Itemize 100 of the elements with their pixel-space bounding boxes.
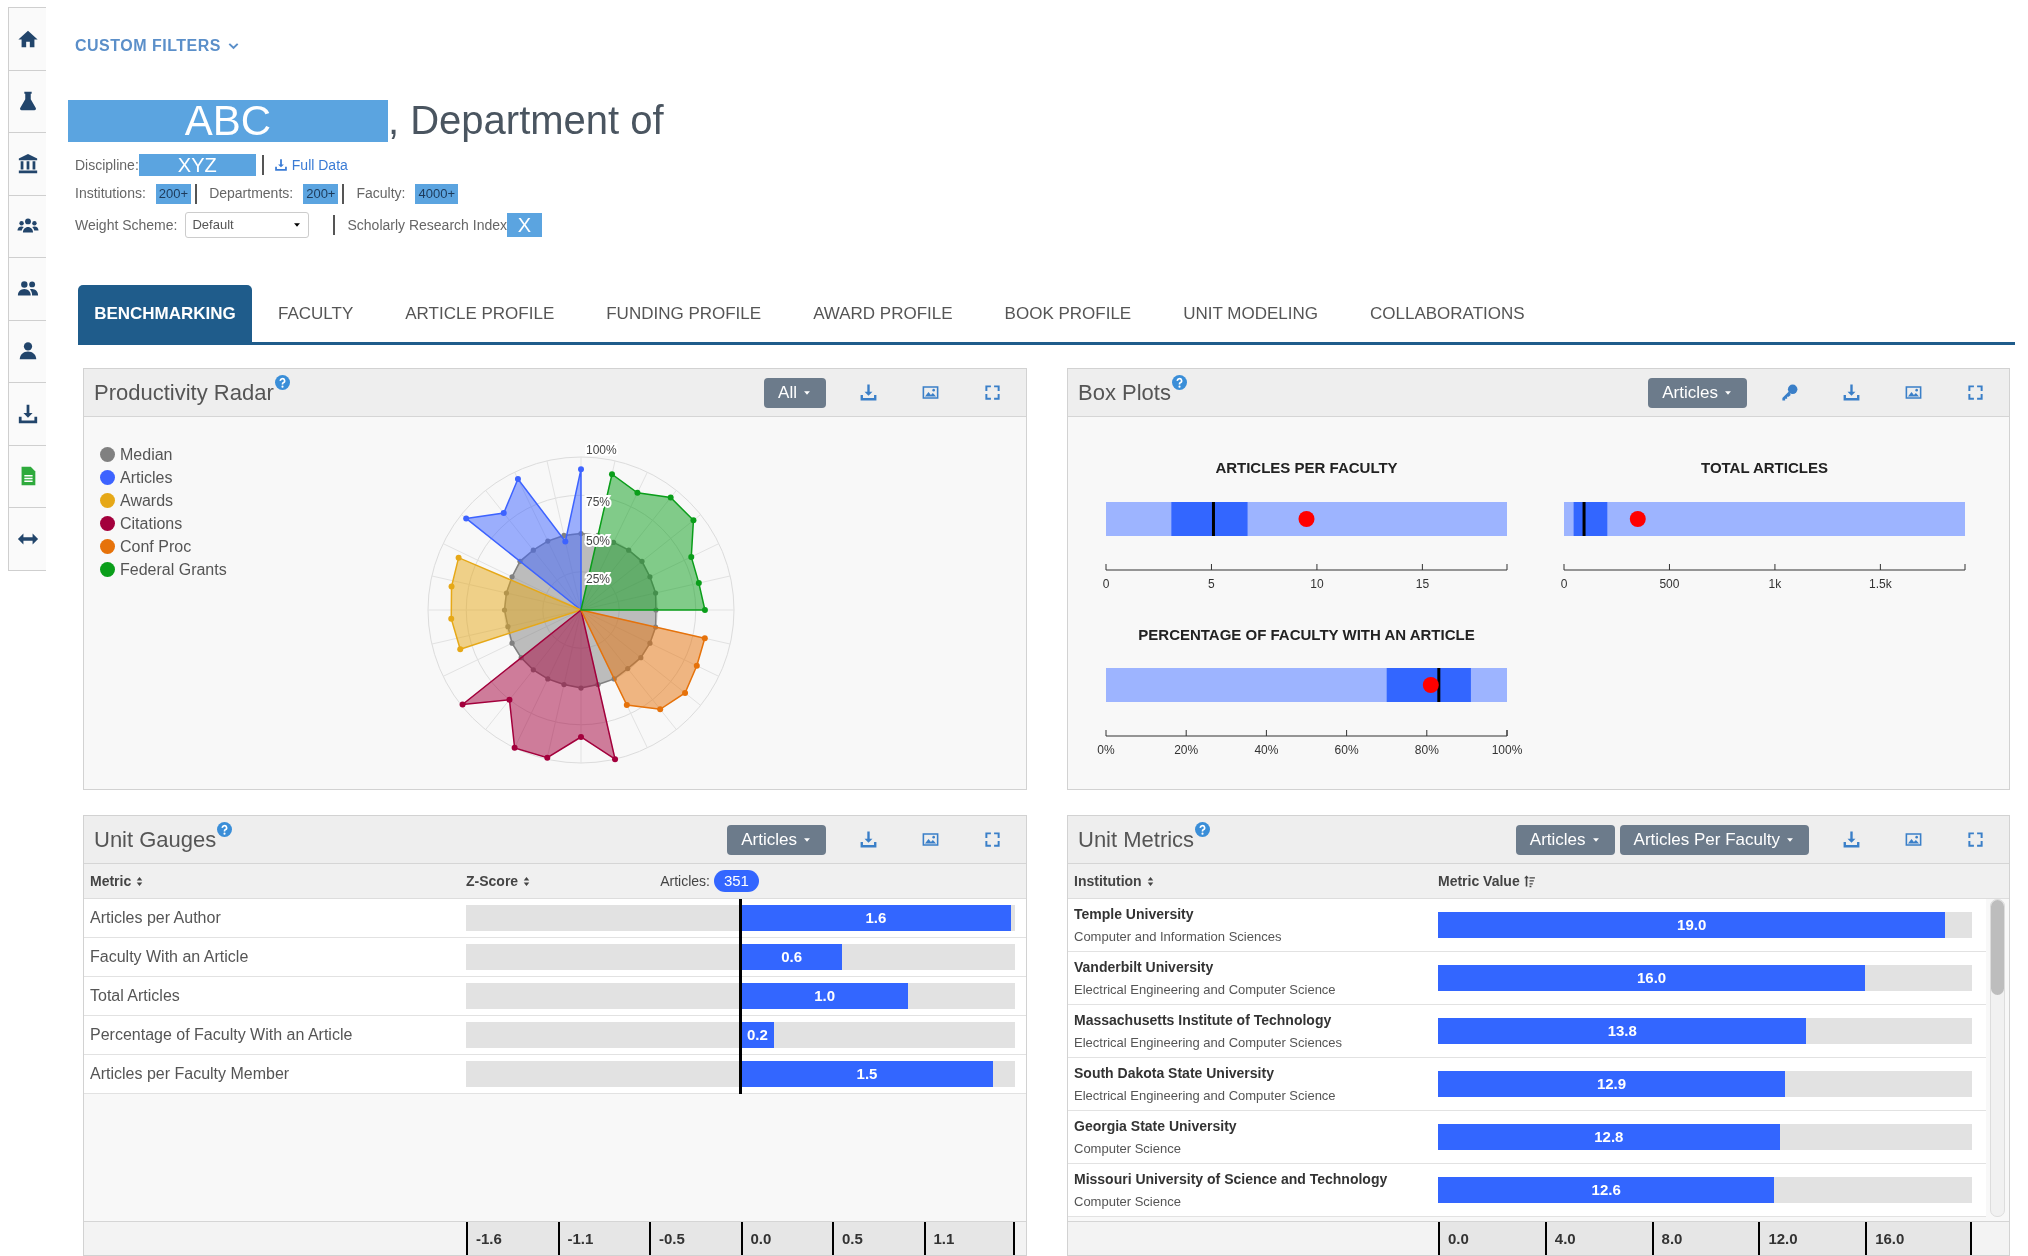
metric-bar: 12.8: [1438, 1124, 1780, 1150]
legend-label: Awards: [120, 490, 174, 511]
panel-title: Unit Metrics: [1078, 826, 1195, 854]
tick-label: 0: [1560, 576, 1568, 591]
dropdown-button[interactable]: Articles: [1515, 824, 1615, 855]
tick-label: 0%: [1097, 743, 1115, 757]
axis-label: -1.6: [466, 1222, 558, 1255]
index-label: Scholarly Research Index: [347, 215, 507, 235]
axis-label: -0.5: [649, 1222, 741, 1255]
metric-bar: 12.6: [1438, 1177, 1775, 1203]
title-highlight: ABC: [68, 100, 388, 142]
column-header[interactable]: Metric: [90, 870, 132, 892]
help-icon[interactable]: [217, 822, 233, 837]
fullscreen-icon[interactable]: [982, 830, 1002, 849]
axis-label: 1.1: [923, 1222, 1015, 1255]
count-label: Institutions:: [75, 184, 146, 203]
tab[interactable]: COLLABORATIONS: [1343, 285, 1551, 342]
discipline-label: Discipline:: [75, 155, 139, 175]
panel-title: Unit Gauges: [94, 826, 217, 854]
gauge-bar: 0.2: [741, 1022, 774, 1048]
help-icon[interactable]: [274, 375, 290, 390]
tick-label: 60%: [1334, 743, 1359, 757]
institution-name: South Dakota State University: [1074, 1063, 1275, 1083]
bank-icon[interactable]: [16, 152, 39, 175]
axis-label: 8.0: [1651, 1222, 1759, 1255]
fullscreen-icon[interactable]: [1965, 383, 1985, 402]
metric-bar: 16.0: [1438, 965, 1866, 991]
count-value: 200+: [303, 183, 339, 204]
institution-name: Missouri University of Science and Technology: [1074, 1169, 1389, 1189]
metric-bar: 13.8: [1438, 1018, 1807, 1044]
department-title: , Department of: [388, 98, 664, 142]
column-header[interactable]: Z-Score: [466, 870, 519, 892]
image-icon[interactable]: [920, 383, 940, 402]
tick-label: 10: [1310, 576, 1324, 591]
download-icon[interactable]: [16, 402, 39, 425]
gauge-bar: 0.6: [741, 944, 843, 970]
image-icon[interactable]: [920, 830, 940, 849]
sort-descending-icon[interactable]: [1522, 874, 1536, 888]
axis-label: 12.0: [1758, 1222, 1866, 1255]
fullscreen-icon[interactable]: [1965, 830, 1985, 849]
index-value: X: [507, 213, 542, 237]
help-icon[interactable]: [1171, 375, 1187, 390]
institution-name: Georgia State University: [1074, 1116, 1238, 1136]
tab[interactable]: BENCHMARKING: [78, 285, 252, 342]
tick-label: 1k: [1768, 576, 1782, 591]
axis-label: 4.0: [1544, 1222, 1652, 1255]
scrollbar-thumb[interactable]: [1991, 900, 2004, 995]
count-value: 200+: [155, 183, 192, 204]
tab[interactable]: UNIT MODELING: [1157, 285, 1344, 342]
metric-label: Percentage of Faculty With an Article: [89, 1025, 354, 1045]
tick-label: 15: [1415, 576, 1430, 591]
metric-label: Total Articles: [89, 986, 181, 1006]
legend-label: Federal Grants: [120, 559, 227, 580]
image-icon[interactable]: [1903, 830, 1923, 849]
department-name: Computer Science: [1074, 1192, 1182, 1211]
gauge-bar: 1.6: [741, 905, 1011, 931]
tick-label: 5: [1208, 576, 1215, 591]
dropdown-button[interactable]: Articles: [1648, 377, 1747, 408]
key-icon[interactable]: [1779, 383, 1799, 402]
full-data-link[interactable]: Full Data: [273, 154, 348, 176]
count-label: Departments:: [209, 184, 294, 203]
discipline-value: XYZ: [138, 154, 256, 176]
panel-title: Box Plots: [1078, 379, 1171, 407]
weight-scheme-label: Weight Scheme:: [75, 215, 178, 235]
legend-label: Articles: [120, 467, 173, 488]
axis-label: 16.0: [1865, 1222, 1972, 1255]
gauge-bar: 1.5: [741, 1061, 994, 1087]
dropdown-button[interactable]: All: [764, 377, 826, 408]
panel-title: Productivity Radar: [94, 379, 274, 407]
metric-bar: 19.0: [1438, 912, 1946, 938]
axis-label: 0.0: [740, 1222, 832, 1255]
gauge-bar: 1.0: [741, 983, 909, 1009]
tab[interactable]: FUNDING PROFILE: [580, 285, 788, 342]
metric-label: Articles per Author: [89, 908, 222, 928]
tick-label: 0: [1102, 576, 1110, 591]
count-label: Faculty:: [356, 184, 406, 203]
weight-scheme-select[interactable]: Default: [185, 212, 310, 238]
department-name: Computer and Information Sciences: [1074, 927, 1283, 946]
tab[interactable]: BOOK PROFILE: [978, 285, 1158, 342]
department-name: Electrical Engineering and Computer Science: [1074, 980, 1337, 999]
tab[interactable]: FACULTY: [252, 285, 380, 342]
column-header[interactable]: Metric Value: [1438, 870, 1520, 892]
ring-label: 100%: [586, 443, 617, 457]
chart-title: ARTICLES PER FACULTY: [1214, 458, 1399, 478]
legend-label: Citations: [120, 513, 183, 534]
fullscreen-icon[interactable]: [982, 383, 1002, 402]
image-icon[interactable]: [1903, 383, 1923, 402]
dropdown-button[interactable]: Articles: [727, 824, 826, 855]
download-icon: [273, 158, 288, 172]
tab[interactable]: ARTICLE PROFILE: [379, 285, 581, 342]
count-value: 4000+: [415, 183, 458, 204]
dropdown-button[interactable]: Articles Per Faculty: [1619, 824, 1809, 855]
tick-label: 1.5k: [1869, 576, 1892, 591]
chart-title: TOTAL ARTICLES: [1700, 458, 1829, 478]
column-header[interactable]: Institution: [1074, 870, 1142, 892]
help-icon[interactable]: [1195, 822, 1211, 837]
tick-label: 40%: [1254, 743, 1279, 757]
department-name: Computer Science: [1074, 1139, 1182, 1158]
scrollbar[interactable]: [1990, 899, 2005, 1217]
tab[interactable]: AWARD PROFILE: [787, 285, 979, 342]
